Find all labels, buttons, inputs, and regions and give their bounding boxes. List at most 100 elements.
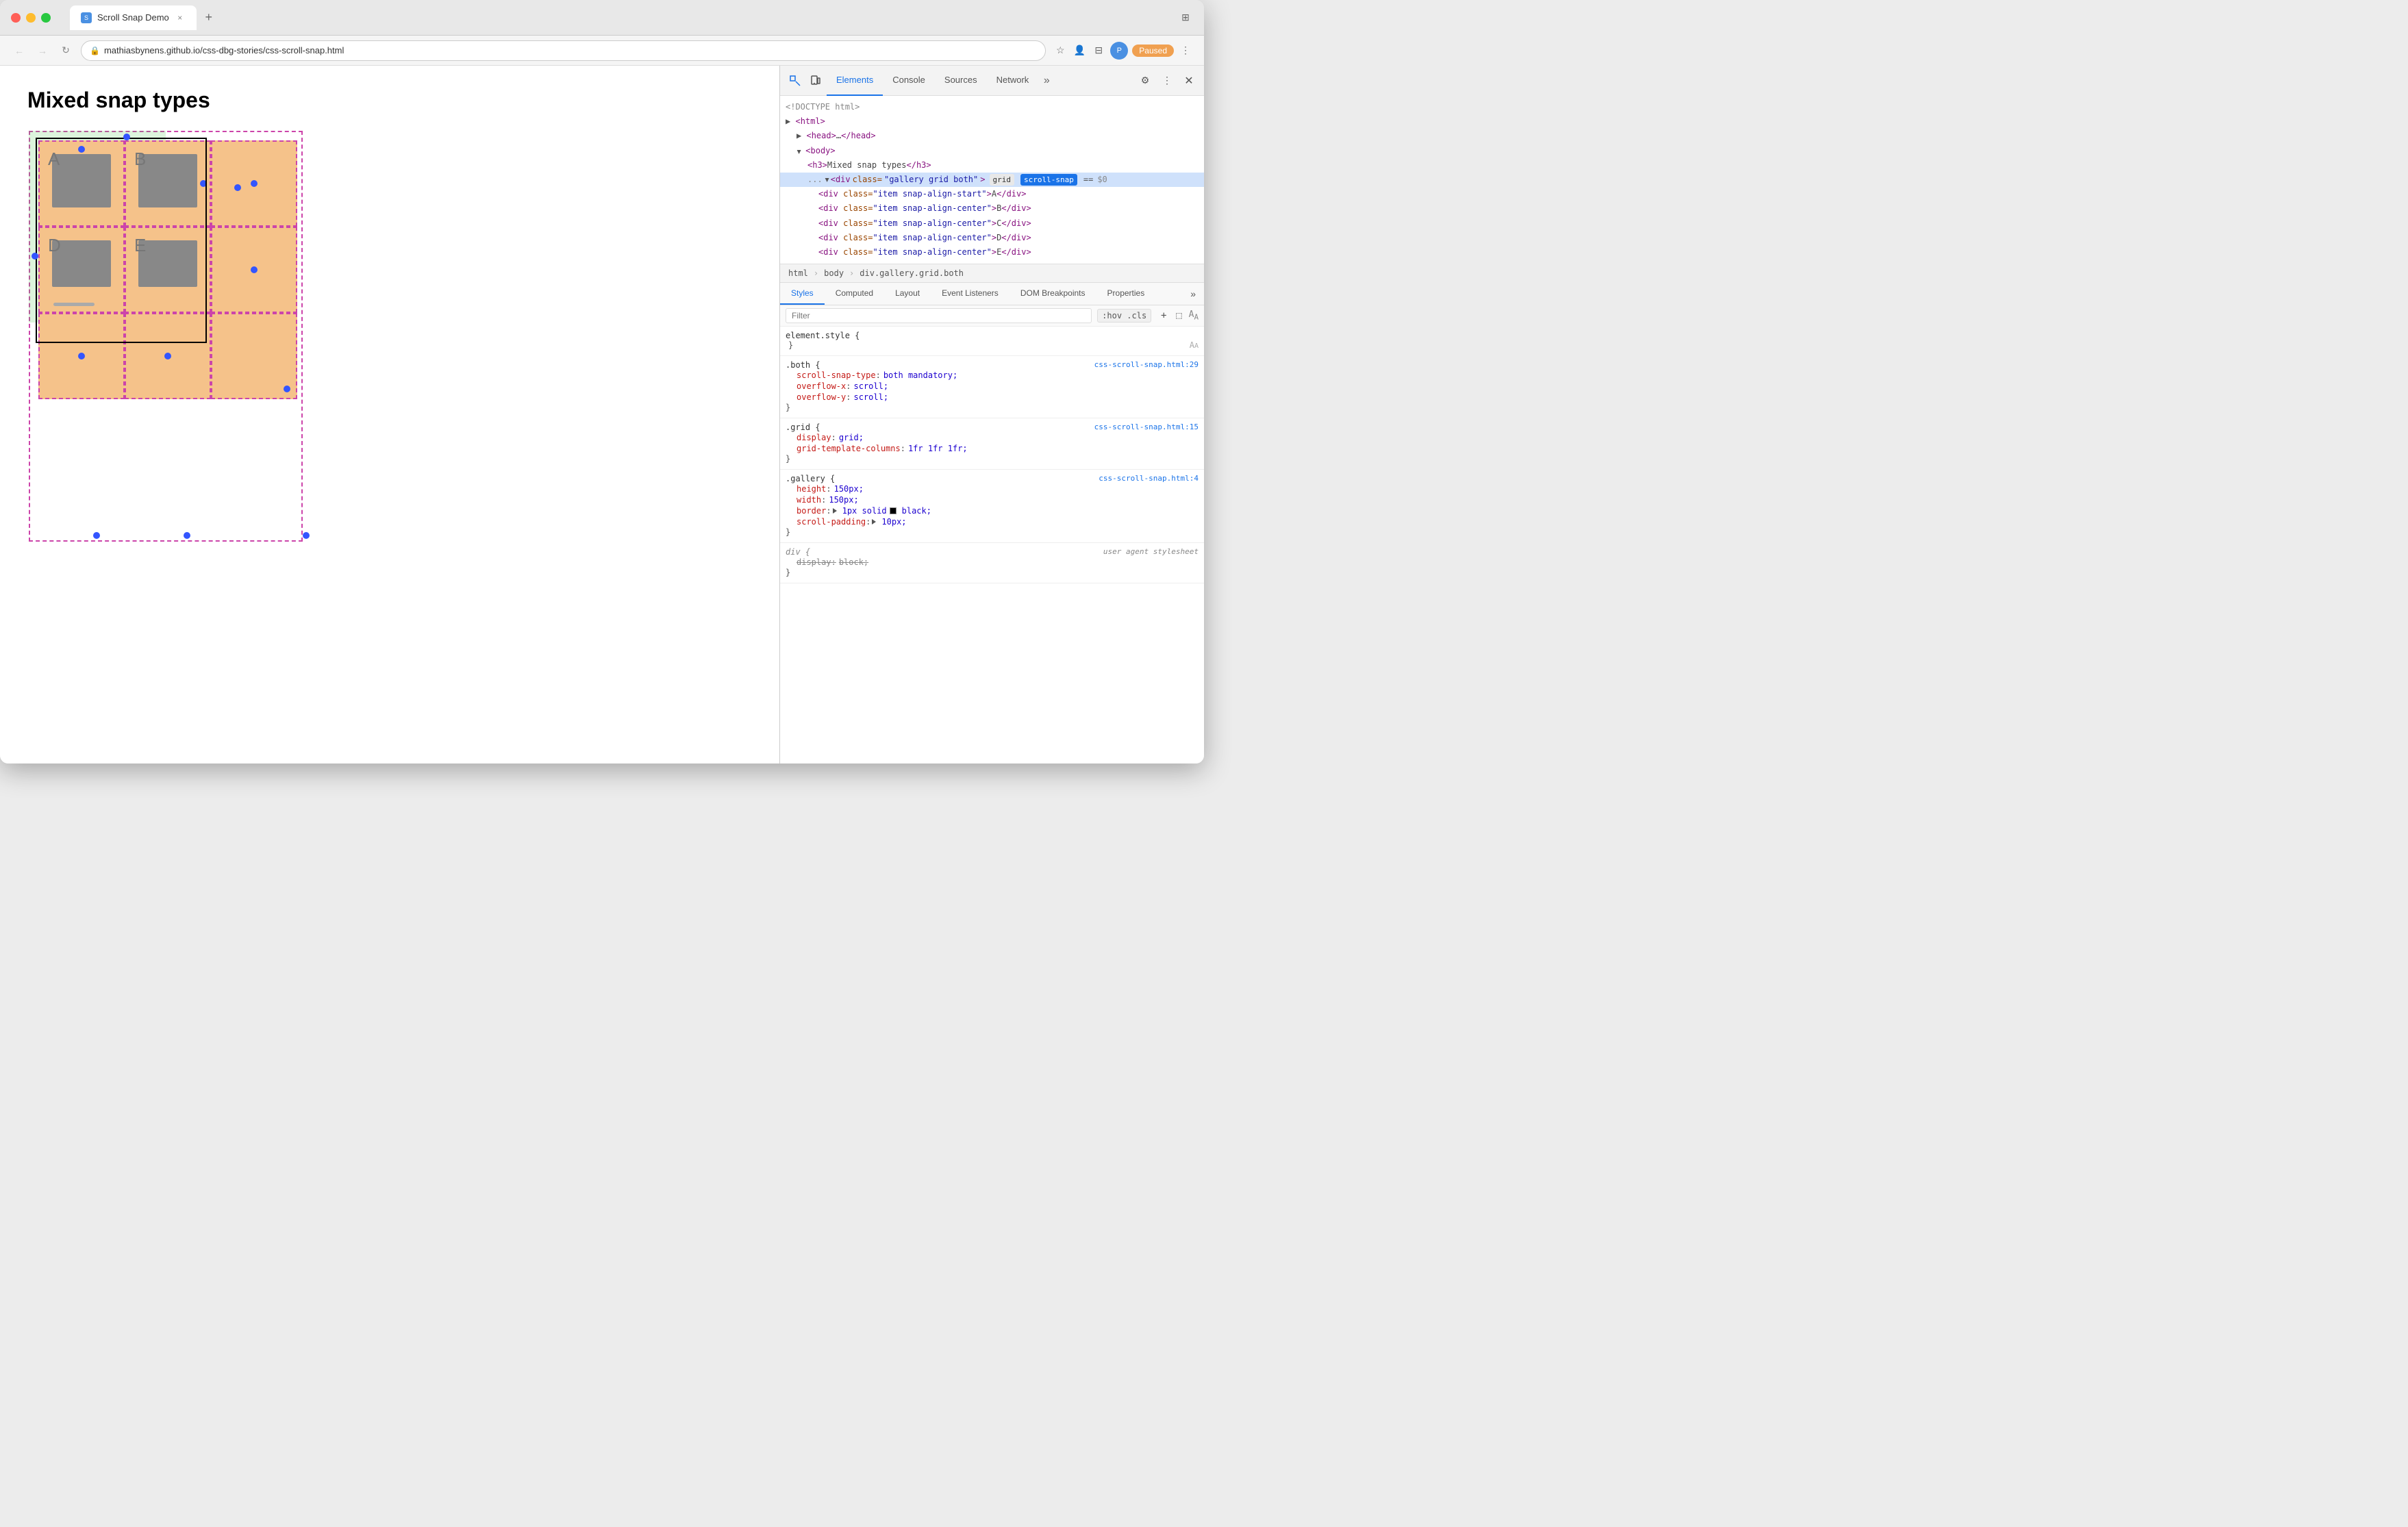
- extensions-menu-icon[interactable]: ⊟: [1091, 43, 1106, 58]
- hov-cls-button[interactable]: :hov .cls: [1097, 309, 1151, 323]
- breadcrumb-html[interactable]: html: [786, 267, 811, 279]
- address-bar: ← → ↻ 🔒 mathiasbynens.github.io/css-dbg-…: [0, 36, 1204, 66]
- dom-line-body[interactable]: ▶ <body>: [780, 144, 1204, 158]
- new-tab-button[interactable]: +: [199, 8, 218, 27]
- inspect-element-button[interactable]: [786, 71, 805, 90]
- maximize-window-button[interactable]: [41, 13, 51, 23]
- scroll-indicator-right1: [234, 184, 241, 191]
- address-actions: ☆ 👤 ⊟ P Paused ⋮: [1053, 42, 1193, 60]
- font-size-toggle[interactable]: AA: [1190, 340, 1199, 350]
- styles-filter-row: :hov .cls + ⬚ AA: [780, 305, 1204, 327]
- styles-panel: :hov .cls + ⬚ AA element.style { } AA: [780, 305, 1204, 764]
- tab-area: S Scroll Snap Demo × +: [70, 5, 1172, 30]
- back-button[interactable]: ←: [11, 42, 27, 59]
- paused-badge[interactable]: Paused: [1132, 45, 1174, 57]
- profile-icon[interactable]: 👤: [1072, 43, 1087, 58]
- style-prop-overflow-x: overflow-x: scroll;: [786, 381, 1199, 392]
- dom-line-div-c[interactable]: <div class="item snap-align-center">C</d…: [780, 216, 1204, 231]
- devtools-settings-button[interactable]: ⚙: [1136, 71, 1155, 90]
- dom-line-div-e[interactable]: <div class="item snap-align-center">E</d…: [780, 245, 1204, 260]
- style-selector-grid: .grid {: [786, 422, 820, 432]
- tab-elements[interactable]: Elements: [827, 66, 883, 96]
- minimize-window-button[interactable]: [26, 13, 36, 23]
- badge-grid: grid: [990, 174, 1015, 186]
- lock-icon: 🔒: [90, 46, 100, 55]
- add-style-button[interactable]: +: [1157, 309, 1170, 323]
- devtools-close-button[interactable]: ✕: [1179, 71, 1199, 90]
- border-expand-icon: [833, 508, 837, 514]
- url-text: mathiasbynens.github.io/css-dbg-stories/…: [104, 45, 344, 55]
- main-content: Mixed snap types A: [0, 66, 1204, 764]
- sub-tab-styles[interactable]: Styles: [780, 283, 825, 305]
- tab-console[interactable]: Console: [883, 66, 935, 96]
- device-toolbar-button[interactable]: [806, 71, 825, 90]
- dom-line-doctype[interactable]: <!DOCTYPE html>: [780, 100, 1204, 114]
- breadcrumb-div[interactable]: div.gallery.grid.both: [857, 267, 966, 279]
- style-prop-width: width: 150px;: [786, 494, 1199, 505]
- devtools-more-button[interactable]: ⋮: [1157, 71, 1177, 90]
- style-selector-element: element.style {: [786, 331, 860, 340]
- style-prop-grid-template-columns: grid-template-columns: 1fr 1fr 1fr;: [786, 443, 1199, 454]
- tab-favicon: S: [81, 12, 92, 23]
- style-block-both: .both { css-scroll-snap.html:29 scroll-s…: [780, 356, 1204, 418]
- forward-button[interactable]: →: [34, 42, 51, 59]
- dom-line-h3[interactable]: <h3>Mixed snap types</h3>: [780, 158, 1204, 173]
- sub-tab-event-listeners[interactable]: Event Listeners: [931, 283, 1009, 305]
- tab-network[interactable]: Network: [987, 66, 1039, 96]
- breadcrumb-bar: html › body › div.gallery.grid.both: [780, 264, 1204, 283]
- style-source-grid[interactable]: css-scroll-snap.html:15: [1094, 422, 1199, 432]
- bookmark-icon[interactable]: ☆: [1053, 43, 1068, 58]
- style-source-both[interactable]: css-scroll-snap.html:29: [1094, 360, 1199, 370]
- style-selector-gallery: .gallery {: [786, 474, 835, 483]
- style-selector-div-ua: div {: [786, 547, 810, 557]
- sub-tab-properties[interactable]: Properties: [1096, 283, 1156, 305]
- dom-line-div-d[interactable]: <div class="item snap-align-center">D</d…: [780, 231, 1204, 245]
- style-selector-both: .both {: [786, 360, 820, 370]
- style-prop-scroll-snap-type: scroll-snap-type: both mandatory;: [786, 370, 1199, 381]
- close-window-button[interactable]: [11, 13, 21, 23]
- style-prop-scroll-padding: scroll-padding: 10px;: [786, 516, 1199, 527]
- snap-dot-i: [284, 386, 290, 392]
- sub-tab-dom-breakpoints[interactable]: DOM Breakpoints: [1009, 283, 1096, 305]
- sub-tab-more-button[interactable]: »: [1182, 283, 1204, 305]
- styles-filter-input[interactable]: [786, 308, 1092, 323]
- browser-window: S Scroll Snap Demo × + ⊞ ← → ↻ 🔒 mathias…: [0, 0, 1204, 764]
- dom-line-html[interactable]: ▶ <html>: [780, 114, 1204, 129]
- grid-item-f: [211, 227, 297, 313]
- browser-tab[interactable]: S Scroll Snap Demo ×: [70, 5, 197, 30]
- style-block-grid: .grid { css-scroll-snap.html:15 display:…: [780, 418, 1204, 470]
- color-swatch-black[interactable]: [890, 507, 896, 514]
- breadcrumb-body[interactable]: body: [821, 267, 846, 279]
- style-source-gallery[interactable]: css-scroll-snap.html:4: [1099, 474, 1199, 483]
- ua-source-label: user agent stylesheet: [1103, 547, 1199, 557]
- grid-item-c: [211, 140, 297, 227]
- snap-dot-h: [164, 353, 171, 359]
- text-size-icon[interactable]: AA: [1189, 310, 1199, 322]
- style-block-element: element.style { } AA: [780, 327, 1204, 356]
- tab-close-button[interactable]: ×: [175, 12, 186, 23]
- style-prop-border: border: 1px solid black;: [786, 505, 1199, 516]
- layout-icon-button[interactable]: ⬚: [1176, 310, 1181, 321]
- devtools-panel: Elements Console Sources Network » ⚙ ⋮ ✕…: [779, 66, 1204, 764]
- tab-sources[interactable]: Sources: [935, 66, 987, 96]
- sub-tab-computed[interactable]: Computed: [825, 283, 884, 305]
- profile-button[interactable]: P: [1110, 42, 1128, 60]
- dom-line-div-b[interactable]: <div class="item snap-align-center">B</d…: [780, 201, 1204, 216]
- more-menu-icon[interactable]: ⋮: [1178, 43, 1193, 58]
- black-frame: [36, 138, 207, 343]
- extensions-icon[interactable]: ⊞: [1178, 10, 1193, 25]
- sub-tab-layout[interactable]: Layout: [884, 283, 931, 305]
- sub-tabs: Styles Computed Layout Event Listeners D…: [780, 283, 1204, 305]
- scroll-indicator-top: [123, 134, 130, 140]
- more-tabs-button[interactable]: »: [1038, 73, 1055, 89]
- page-content: Mixed snap types A: [0, 66, 779, 764]
- dom-line-head[interactable]: ▶ <head>…</head>: [780, 129, 1204, 143]
- devtools-right-icons: ⚙ ⋮ ✕: [1136, 71, 1199, 90]
- dom-line-div-selected[interactable]: ... ▶ <div class= "gallery grid both" > …: [780, 173, 1204, 187]
- style-block-div-ua: div { user agent stylesheet display: blo…: [780, 543, 1204, 583]
- dom-line-div-a[interactable]: <div class="item snap-align-start">A</di…: [780, 187, 1204, 201]
- devtools-tabs: Elements Console Sources Network »: [827, 66, 1134, 96]
- url-bar[interactable]: 🔒 mathiasbynens.github.io/css-dbg-storie…: [81, 40, 1046, 61]
- style-prop-overflow-y: overflow-y: scroll;: [786, 392, 1199, 403]
- reload-button[interactable]: ↻: [58, 42, 74, 59]
